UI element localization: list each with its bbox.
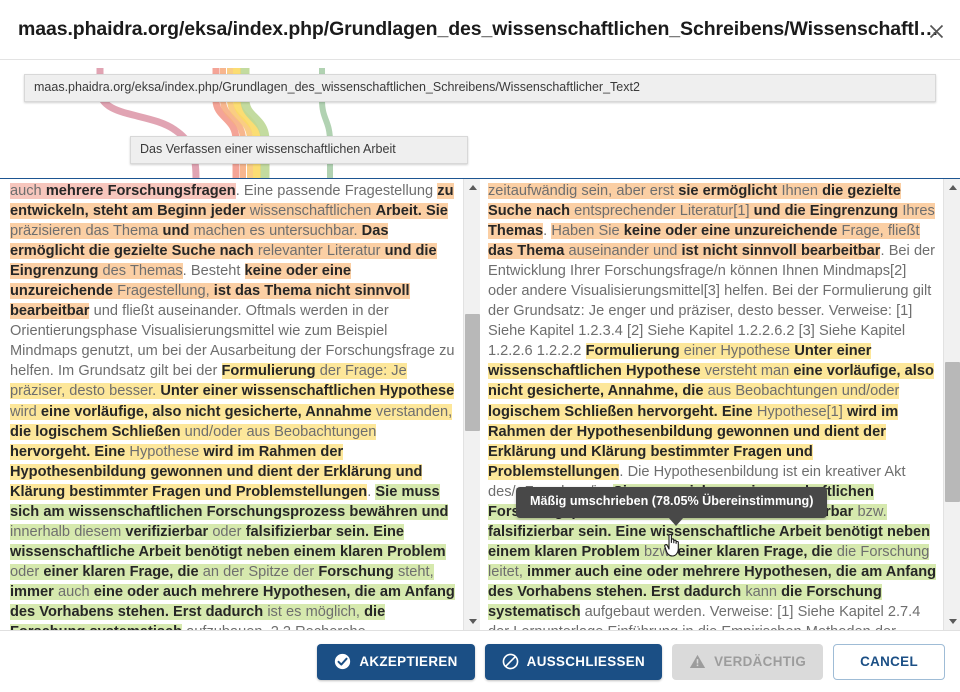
text-segment[interactable]: die logischem Schließen	[10, 423, 185, 440]
text-segment[interactable]: Frage, fließt	[841, 223, 920, 240]
text-segment[interactable]: versteht man	[704, 363, 794, 380]
block-circle-icon	[502, 653, 519, 670]
check-circle-icon	[335, 653, 351, 670]
text-segment[interactable]: bzw.	[857, 503, 887, 520]
triangle-up-icon[interactable]	[944, 179, 960, 196]
text-segment[interactable]: keine oder eine unzureichende	[623, 223, 842, 240]
text-segment[interactable]: hervorgeht. Eine	[10, 443, 130, 460]
text-segment: . Besteht	[182, 263, 245, 280]
text-segment[interactable]: Formulierung	[221, 363, 320, 380]
text-segment: . Eine passende Fragestellung	[235, 183, 438, 199]
target-document-chip[interactable]: Das Verfassen einer wissenschaftlichen A…	[130, 136, 468, 164]
dialog-title: maas.phaidra.org/eksa/index.php/Grundlag…	[18, 17, 942, 40]
text-segment[interactable]: eine vorläufige, also nicht gesicherte, …	[40, 403, 376, 420]
text-segment[interactable]: Arbeit. Sie	[375, 203, 448, 220]
right-scrollbar-thumb[interactable]	[945, 362, 960, 502]
text-segment[interactable]: verstanden,	[375, 403, 453, 420]
exclude-button-label: AUSSCHLIESSEN	[526, 654, 646, 669]
text-segment[interactable]: innerhalb diesem	[10, 523, 126, 540]
dialog-footer: AKZEPTIEREN AUSSCHLIESSEN VERDÄCHTIG CAN…	[0, 630, 960, 692]
text-segment[interactable]: Hypothese[1]	[756, 403, 847, 420]
text-segment[interactable]: Haben Sie	[551, 223, 624, 240]
accept-button[interactable]: AKZEPTIEREN	[317, 643, 475, 680]
text-segment[interactable]: machen es untersuchbar.	[193, 223, 362, 240]
text-segment[interactable]: Formulierung	[585, 343, 684, 360]
text-segment[interactable]: logischem Schließen hervorgeht. Eine	[488, 403, 757, 420]
text-segment[interactable]: immer	[10, 583, 58, 600]
right-document-text[interactable]: zeitaufwändig sein, aber erst sie ermögl…	[480, 179, 943, 630]
text-segment[interactable]: Ihres	[902, 203, 935, 220]
text-segment[interactable]: oder	[212, 523, 246, 540]
text-segment[interactable]: entsprechender Literatur[1]	[574, 203, 754, 220]
text-segment[interactable]: oder	[10, 563, 44, 580]
text-segment[interactable]: einer klaren Frage, die	[43, 563, 203, 580]
alignment-flow-map: maas.phaidra.org/eksa/index.php/Grundlag…	[0, 60, 960, 178]
text-segment[interactable]: aus Beobachtungen und/oder	[707, 383, 900, 400]
text-segment[interactable]: auch	[10, 183, 46, 199]
text-segment[interactable]: kann	[745, 583, 782, 600]
text-segment[interactable]: wird	[10, 403, 41, 420]
text-segment[interactable]: Unter einer wissenschaftlichen Hypothese	[160, 383, 455, 400]
text-segment[interactable]: des Themas	[102, 263, 183, 280]
left-document-pane: auch mehrere Forschungsfragen. Eine pass…	[0, 179, 480, 630]
text-segment[interactable]: relevanter Literatur	[257, 243, 385, 260]
right-document-pane: zeitaufwändig sein, aber erst sie ermögl…	[480, 179, 960, 630]
comparison-body: auch mehrere Forschungsfragen. Eine pass…	[0, 178, 960, 630]
text-segment[interactable]: Themas	[488, 223, 544, 240]
text-segment[interactable]: wissenschaftlichen	[249, 203, 376, 220]
close-glyph	[929, 24, 943, 38]
text-segment[interactable]: steht,	[397, 563, 434, 580]
text-segment[interactable]: Hypothese	[129, 443, 204, 460]
text-segment[interactable]: an der Spitze der	[202, 563, 319, 580]
accept-button-label: AKZEPTIEREN	[359, 654, 458, 669]
close-icon[interactable]	[925, 20, 947, 42]
warning-triangle-icon	[689, 654, 706, 668]
text-segment[interactable]: und die Eingrenzung	[753, 203, 903, 220]
text-segment[interactable]: mehrere Forschungsfragen	[45, 183, 236, 199]
cancel-button-label: CANCEL	[860, 654, 918, 669]
text-segment[interactable]: präzisieren das Thema	[10, 223, 163, 240]
triangle-up-icon[interactable]	[464, 179, 480, 196]
cancel-button[interactable]: CANCEL	[833, 643, 945, 680]
text-segment[interactable]: bzw.	[644, 543, 678, 560]
left-document-text[interactable]: auch mehrere Forschungsfragen. Eine pass…	[0, 179, 463, 630]
text-segment[interactable]: und/oder aus Beobachtungen	[184, 423, 377, 440]
dialog-header: maas.phaidra.org/eksa/index.php/Grundlag…	[0, 0, 960, 60]
text-segment[interactable]: die Forschung	[836, 543, 930, 560]
text-segment[interactable]: ist es möglich,	[267, 603, 365, 620]
text-segment[interactable]: ist nicht sinnvoll bearbeitbar	[681, 243, 881, 260]
left-scrollbar-thumb[interactable]	[465, 314, 480, 431]
text-segment[interactable]: auch	[57, 583, 94, 600]
match-tooltip: Mäßig umschrieben (78.05% Übereinstimmun…	[516, 487, 828, 526]
triangle-down-icon[interactable]	[464, 613, 480, 630]
text-segment: . Bei der Entwicklung Ihrer Forschungsfr…	[488, 243, 936, 360]
right-scrollbar[interactable]	[943, 179, 960, 630]
text-segment[interactable]: leitet,	[488, 563, 528, 580]
triangle-down-icon[interactable]	[944, 613, 960, 630]
exclude-button[interactable]: AUSSCHLIESSEN	[484, 643, 663, 680]
text-segment[interactable]: Fragestellung,	[117, 283, 214, 300]
text-segment[interactable]: einer klaren Frage, die	[677, 543, 837, 560]
text-segment[interactable]: verifizierbar	[125, 523, 213, 540]
text-segment[interactable]: einer Hypothese	[683, 343, 795, 360]
text-segment[interactable]: und	[162, 223, 194, 240]
text-segment[interactable]: sie ermöglicht	[678, 183, 782, 199]
text-segment[interactable]: Forschung	[318, 563, 398, 580]
text-segment[interactable]: das Thema	[488, 243, 569, 260]
text-segment[interactable]: Ihnen	[781, 183, 823, 199]
left-scrollbar[interactable]	[463, 179, 480, 630]
text-segment[interactable]: auseinander und	[568, 243, 682, 260]
comparison-dialog: maas.phaidra.org/eksa/index.php/Grundlag…	[0, 0, 960, 692]
suspicious-button-label: VERDÄCHTIG	[714, 654, 807, 669]
source-document-chip[interactable]: maas.phaidra.org/eksa/index.php/Grundlag…	[24, 74, 936, 102]
text-segment[interactable]: zeitaufwändig sein, aber erst	[488, 183, 679, 199]
suspicious-button[interactable]: VERDÄCHTIG	[672, 643, 824, 680]
